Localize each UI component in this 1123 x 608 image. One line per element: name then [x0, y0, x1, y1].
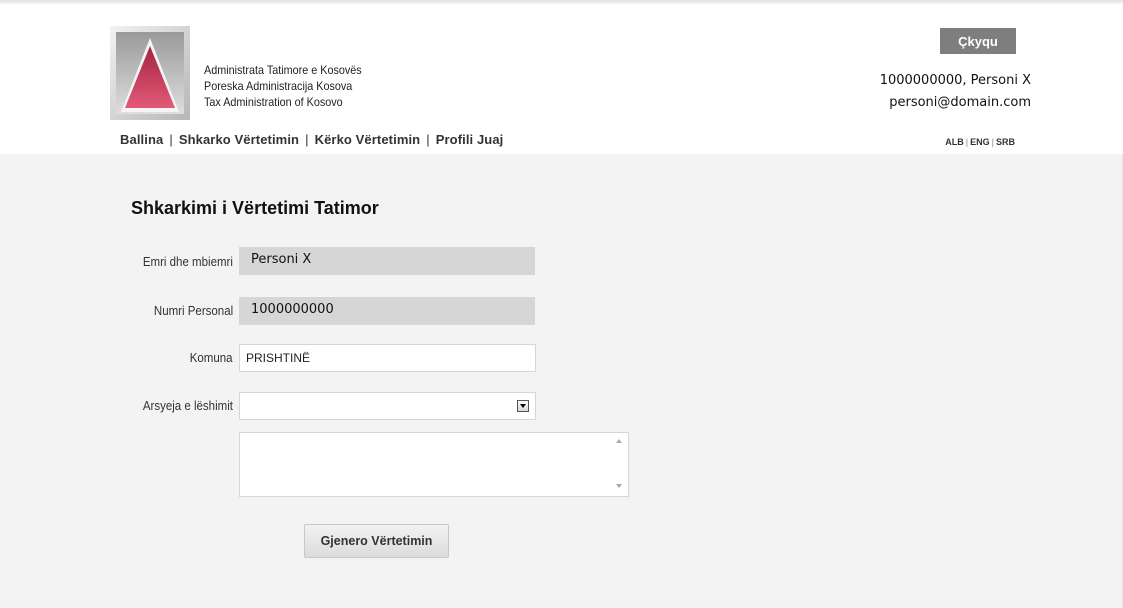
textarea-scrollbar[interactable]	[612, 433, 628, 496]
nav-home[interactable]: Ballina	[120, 132, 163, 147]
language-switcher: ALB | ENG | SRB	[945, 137, 1015, 147]
personal-number-field: 1000000000	[239, 297, 535, 325]
reason-select[interactable]	[239, 392, 536, 420]
nav-separator: |	[426, 132, 430, 147]
lang-separator: |	[965, 137, 969, 147]
main-content: Shkarkimi i Vërtetimi Tatimor Emri dhe m…	[0, 154, 1123, 608]
lang-srb[interactable]: SRB	[996, 137, 1015, 147]
user-info: 1000000000, Personi X personi@domain.com	[880, 70, 1031, 114]
reason-details-textarea[interactable]	[239, 432, 629, 497]
nav-separator: |	[169, 132, 173, 147]
logout-button[interactable]: Çkyqu	[940, 28, 1016, 54]
nav-download-certificate[interactable]: Shkarko Vërtetimin	[179, 132, 299, 147]
org-name-english: Tax Administration of Kosovo	[204, 95, 343, 109]
municipality-input[interactable]	[239, 344, 536, 372]
nav-request-certificate[interactable]: Kërko Vërtetimin	[315, 132, 421, 147]
nav-separator: |	[305, 132, 309, 147]
lang-separator: |	[991, 137, 994, 147]
user-email: personi@domain.com	[889, 95, 1031, 110]
personal-number-label: Numri Personal	[153, 304, 233, 318]
reason-label: Arsyeja e lëshimit	[142, 399, 233, 413]
organization-name: Administrata Tatimore e Kosovës Poreska …	[204, 62, 362, 110]
lang-alb[interactable]: ALB	[945, 137, 964, 147]
page-header: Administrata Tatimore e Kosovës Poreska …	[0, 4, 1123, 154]
org-name-albanian: Administrata Tatimore e Kosovës	[204, 63, 362, 77]
nav-profile[interactable]: Profili Juaj	[436, 132, 504, 147]
dropdown-arrow-icon[interactable]	[517, 400, 529, 412]
tak-logo	[110, 26, 190, 120]
municipality-label: Komuna	[190, 351, 233, 365]
scroll-up-arrow-icon[interactable]	[616, 439, 622, 443]
main-nav: Ballina | Shkarko Vërtetimin | Kërko Vërteti…	[120, 132, 503, 147]
name-field: Personi X	[239, 247, 535, 275]
page-title: Shkarkimi i Vërtetimi Tatimor	[131, 198, 379, 218]
lang-eng[interactable]: ENG	[970, 137, 990, 147]
org-name-serbian: Poreska Administracija Kosova	[204, 79, 353, 93]
user-id-name: 1000000000, Personi X	[879, 73, 1031, 88]
scroll-down-arrow-icon[interactable]	[616, 484, 622, 488]
generate-certificate-button[interactable]: Gjenero Vërtetimin	[304, 524, 449, 558]
name-label: Emri dhe mbiemri	[142, 255, 233, 269]
